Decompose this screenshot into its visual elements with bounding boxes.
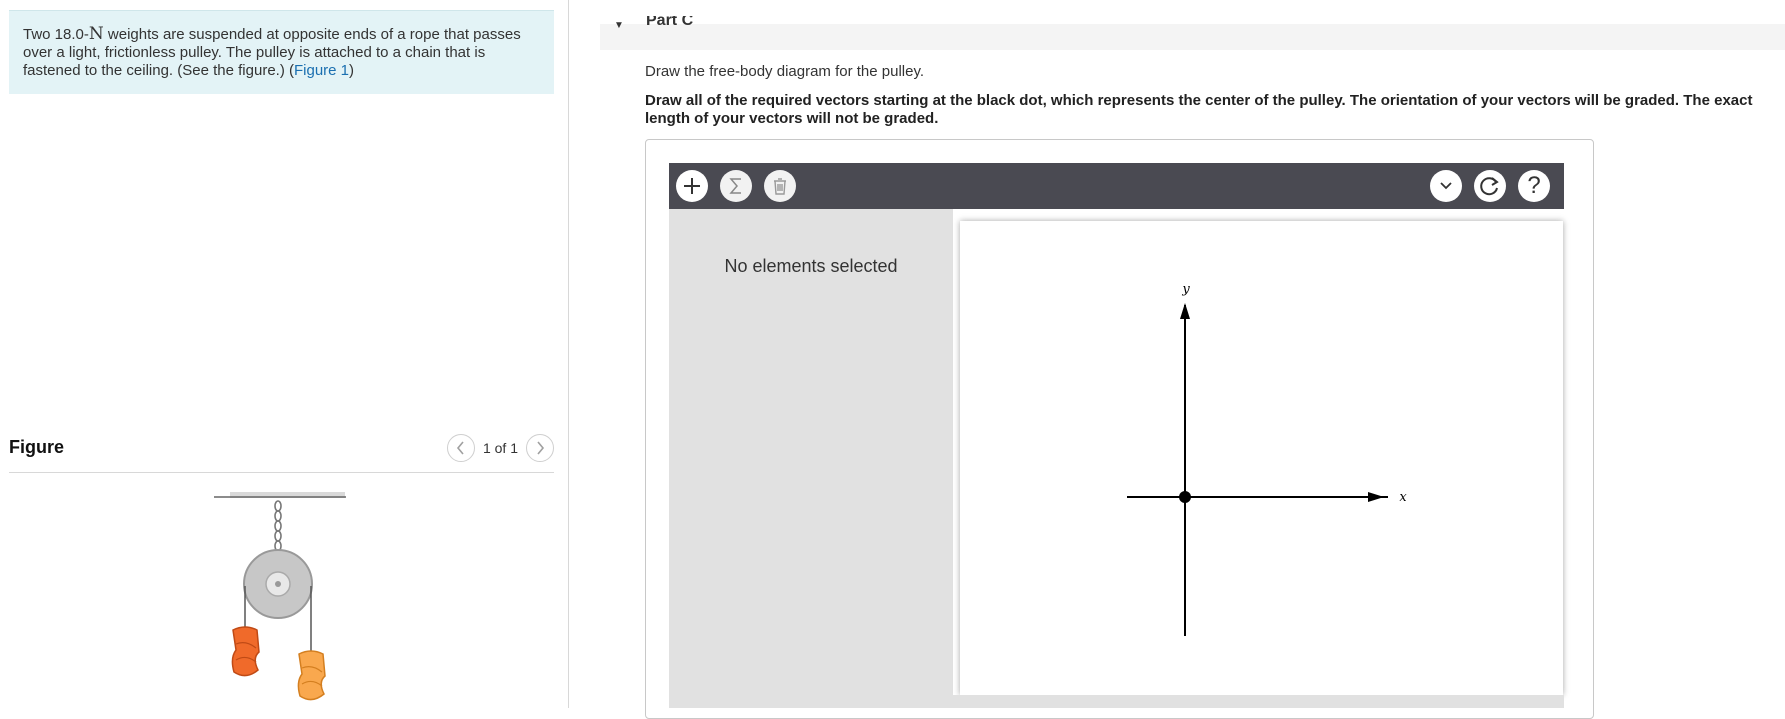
reset-icon <box>1480 177 1499 196</box>
panel-bottom-strip <box>669 695 1564 708</box>
pulley-center-dot[interactable] <box>1179 491 1191 503</box>
plus-icon <box>684 178 700 194</box>
drawing-canvas[interactable]: y x <box>960 221 1563 695</box>
instruction-detail: Draw all of the required vectors startin… <box>645 92 1753 127</box>
instruction-primary: Draw the free-body diagram for the pulle… <box>645 63 925 80</box>
trash-icon <box>774 178 786 195</box>
left-pane: Two 18.0-N weights are suspended at oppo… <box>0 0 568 708</box>
problem-text-before: Two 18.0- <box>23 26 89 43</box>
figure-link[interactable]: Figure 1 <box>294 62 349 79</box>
x-axis-arrow-icon <box>1368 492 1384 502</box>
chevron-right-icon <box>537 441 545 455</box>
figure-next-button[interactable] <box>526 434 554 462</box>
coordinate-axes: y x <box>1127 282 1407 636</box>
figure-prev-button[interactable] <box>446 434 475 462</box>
add-vector-button[interactable] <box>676 170 708 202</box>
chevron-down-icon <box>1440 182 1452 190</box>
caret-down-icon[interactable]: ▼ <box>614 20 624 31</box>
part-header[interactable]: ▼ Part C <box>600 0 1785 50</box>
figure-pager-text: 1 of 1 <box>482 440 518 456</box>
problem-text-end: ) <box>349 62 355 79</box>
pulley-figure-image <box>214 492 346 701</box>
chevron-left-icon <box>456 441 464 455</box>
options-dropdown-button[interactable] <box>1430 170 1462 202</box>
sum-vectors-button[interactable] <box>720 170 752 202</box>
element-properties-panel: No elements selected <box>669 209 953 695</box>
drawing-toolbar: ? <box>669 163 1564 209</box>
x-axis-label: x <box>1399 490 1407 505</box>
delete-button[interactable] <box>764 170 796 202</box>
pane-divider[interactable] <box>568 0 569 708</box>
part-label: Part C <box>646 16 694 25</box>
y-axis-arrow-icon <box>1180 303 1190 319</box>
figure-pager: 1 of 1 <box>446 434 554 462</box>
y-axis-label: y <box>1181 282 1190 297</box>
selection-status: No elements selected <box>724 256 898 276</box>
figure-title: Figure <box>9 437 65 457</box>
problem-statement: Two 18.0-N weights are suspended at oppo… <box>9 10 554 94</box>
reset-button[interactable] <box>1474 170 1506 202</box>
unit-symbol: N <box>88 24 104 44</box>
sigma-icon <box>729 178 741 194</box>
help-button[interactable]: ? <box>1518 170 1550 202</box>
figure-header: Figure 1 of 1 <box>9 424 554 473</box>
